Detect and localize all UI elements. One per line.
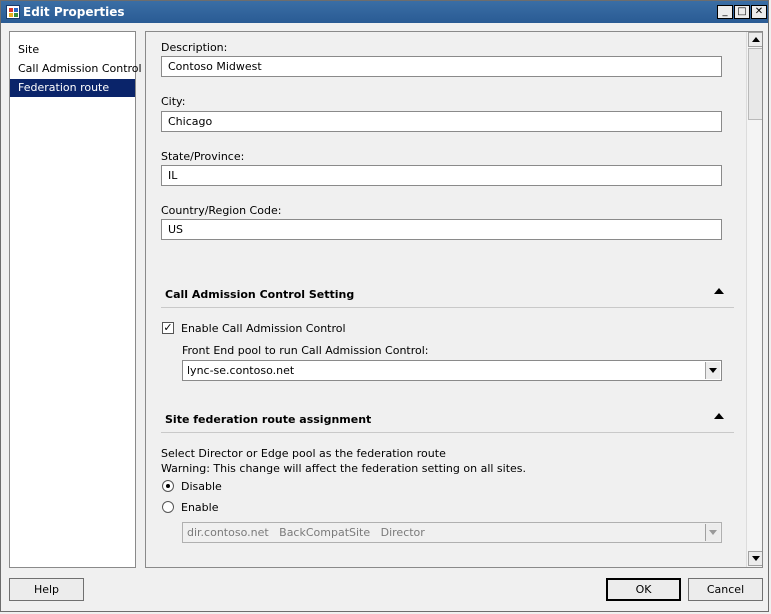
state-label: State/Province: <box>161 150 245 163</box>
front-end-pool-select[interactable]: lync-se.contoso.net <box>182 360 722 381</box>
window-title: Edit Properties <box>23 5 125 19</box>
title-bar[interactable]: Edit Properties _ □ ✕ <box>1 1 768 23</box>
cac-section-title: Call Admission Control Setting <box>165 288 355 301</box>
enable-cac-checkbox[interactable]: ✓ <box>162 322 174 334</box>
disable-radio-label: Disable <box>181 480 222 493</box>
country-label: Country/Region Code: <box>161 204 282 217</box>
city-input[interactable]: Chicago <box>161 111 722 132</box>
sidebar: Site Call Admission Control Federation r… <box>9 31 142 568</box>
enable-radio-label: Enable <box>181 501 219 514</box>
federation-info-text: Select Director or Edge pool as the fede… <box>161 447 446 460</box>
front-end-pool-value: lync-se.contoso.net <box>187 364 295 377</box>
sidebar-item-call-admission-control[interactable]: Call Admission Control <box>10 60 142 78</box>
front-end-pool-label: Front End pool to run Call Admission Con… <box>182 344 429 357</box>
scroll-up-icon[interactable] <box>748 32 762 47</box>
federation-route-select[interactable]: dir.contoso.net BackCompatSite Director <box>182 522 722 543</box>
state-input[interactable]: IL <box>161 165 722 186</box>
cac-section-header[interactable]: Call Admission Control Setting <box>161 282 734 308</box>
federation-warning-text: Warning: This change will affect the fed… <box>161 462 527 475</box>
help-button[interactable]: Help <box>9 578 84 601</box>
maximize-icon[interactable]: □ <box>734 5 750 19</box>
scroll-thumb[interactable] <box>748 48 762 120</box>
chevron-down-icon[interactable] <box>705 362 720 379</box>
enable-cac-label: Enable Call Admission Control <box>181 322 346 335</box>
cancel-button[interactable]: Cancel <box>688 578 763 601</box>
country-input[interactable]: US <box>161 219 722 240</box>
city-label: City: <box>161 95 186 108</box>
scroll-down-icon[interactable] <box>748 551 762 566</box>
vertical-scrollbar[interactable] <box>746 32 762 567</box>
edit-properties-window: Edit Properties _ □ ✕ Site Call Admissio… <box>0 0 769 612</box>
description-label: Description: <box>161 41 228 54</box>
federation-section-header[interactable]: Site federation route assignment <box>161 407 734 433</box>
federation-section-title: Site federation route assignment <box>165 413 372 426</box>
app-icon <box>6 5 20 19</box>
chevron-down-icon <box>705 524 720 541</box>
description-input[interactable]: Contoso Midwest <box>161 56 722 77</box>
federation-route-value: dir.contoso.net BackCompatSite Director <box>187 526 425 539</box>
collapse-up-icon[interactable] <box>714 288 724 294</box>
enable-radio[interactable] <box>162 501 174 513</box>
sidebar-item-federation-route[interactable]: Federation route <box>10 79 135 97</box>
close-icon[interactable]: ✕ <box>751 5 767 19</box>
disable-radio[interactable] <box>162 480 174 492</box>
minimize-icon[interactable]: _ <box>717 5 733 19</box>
sidebar-item-site[interactable]: Site <box>10 41 135 59</box>
collapse-up-icon[interactable] <box>714 413 724 419</box>
ok-button[interactable]: OK <box>606 578 681 601</box>
properties-panel: Description: Contoso Midwest City: Chica… <box>145 31 763 568</box>
